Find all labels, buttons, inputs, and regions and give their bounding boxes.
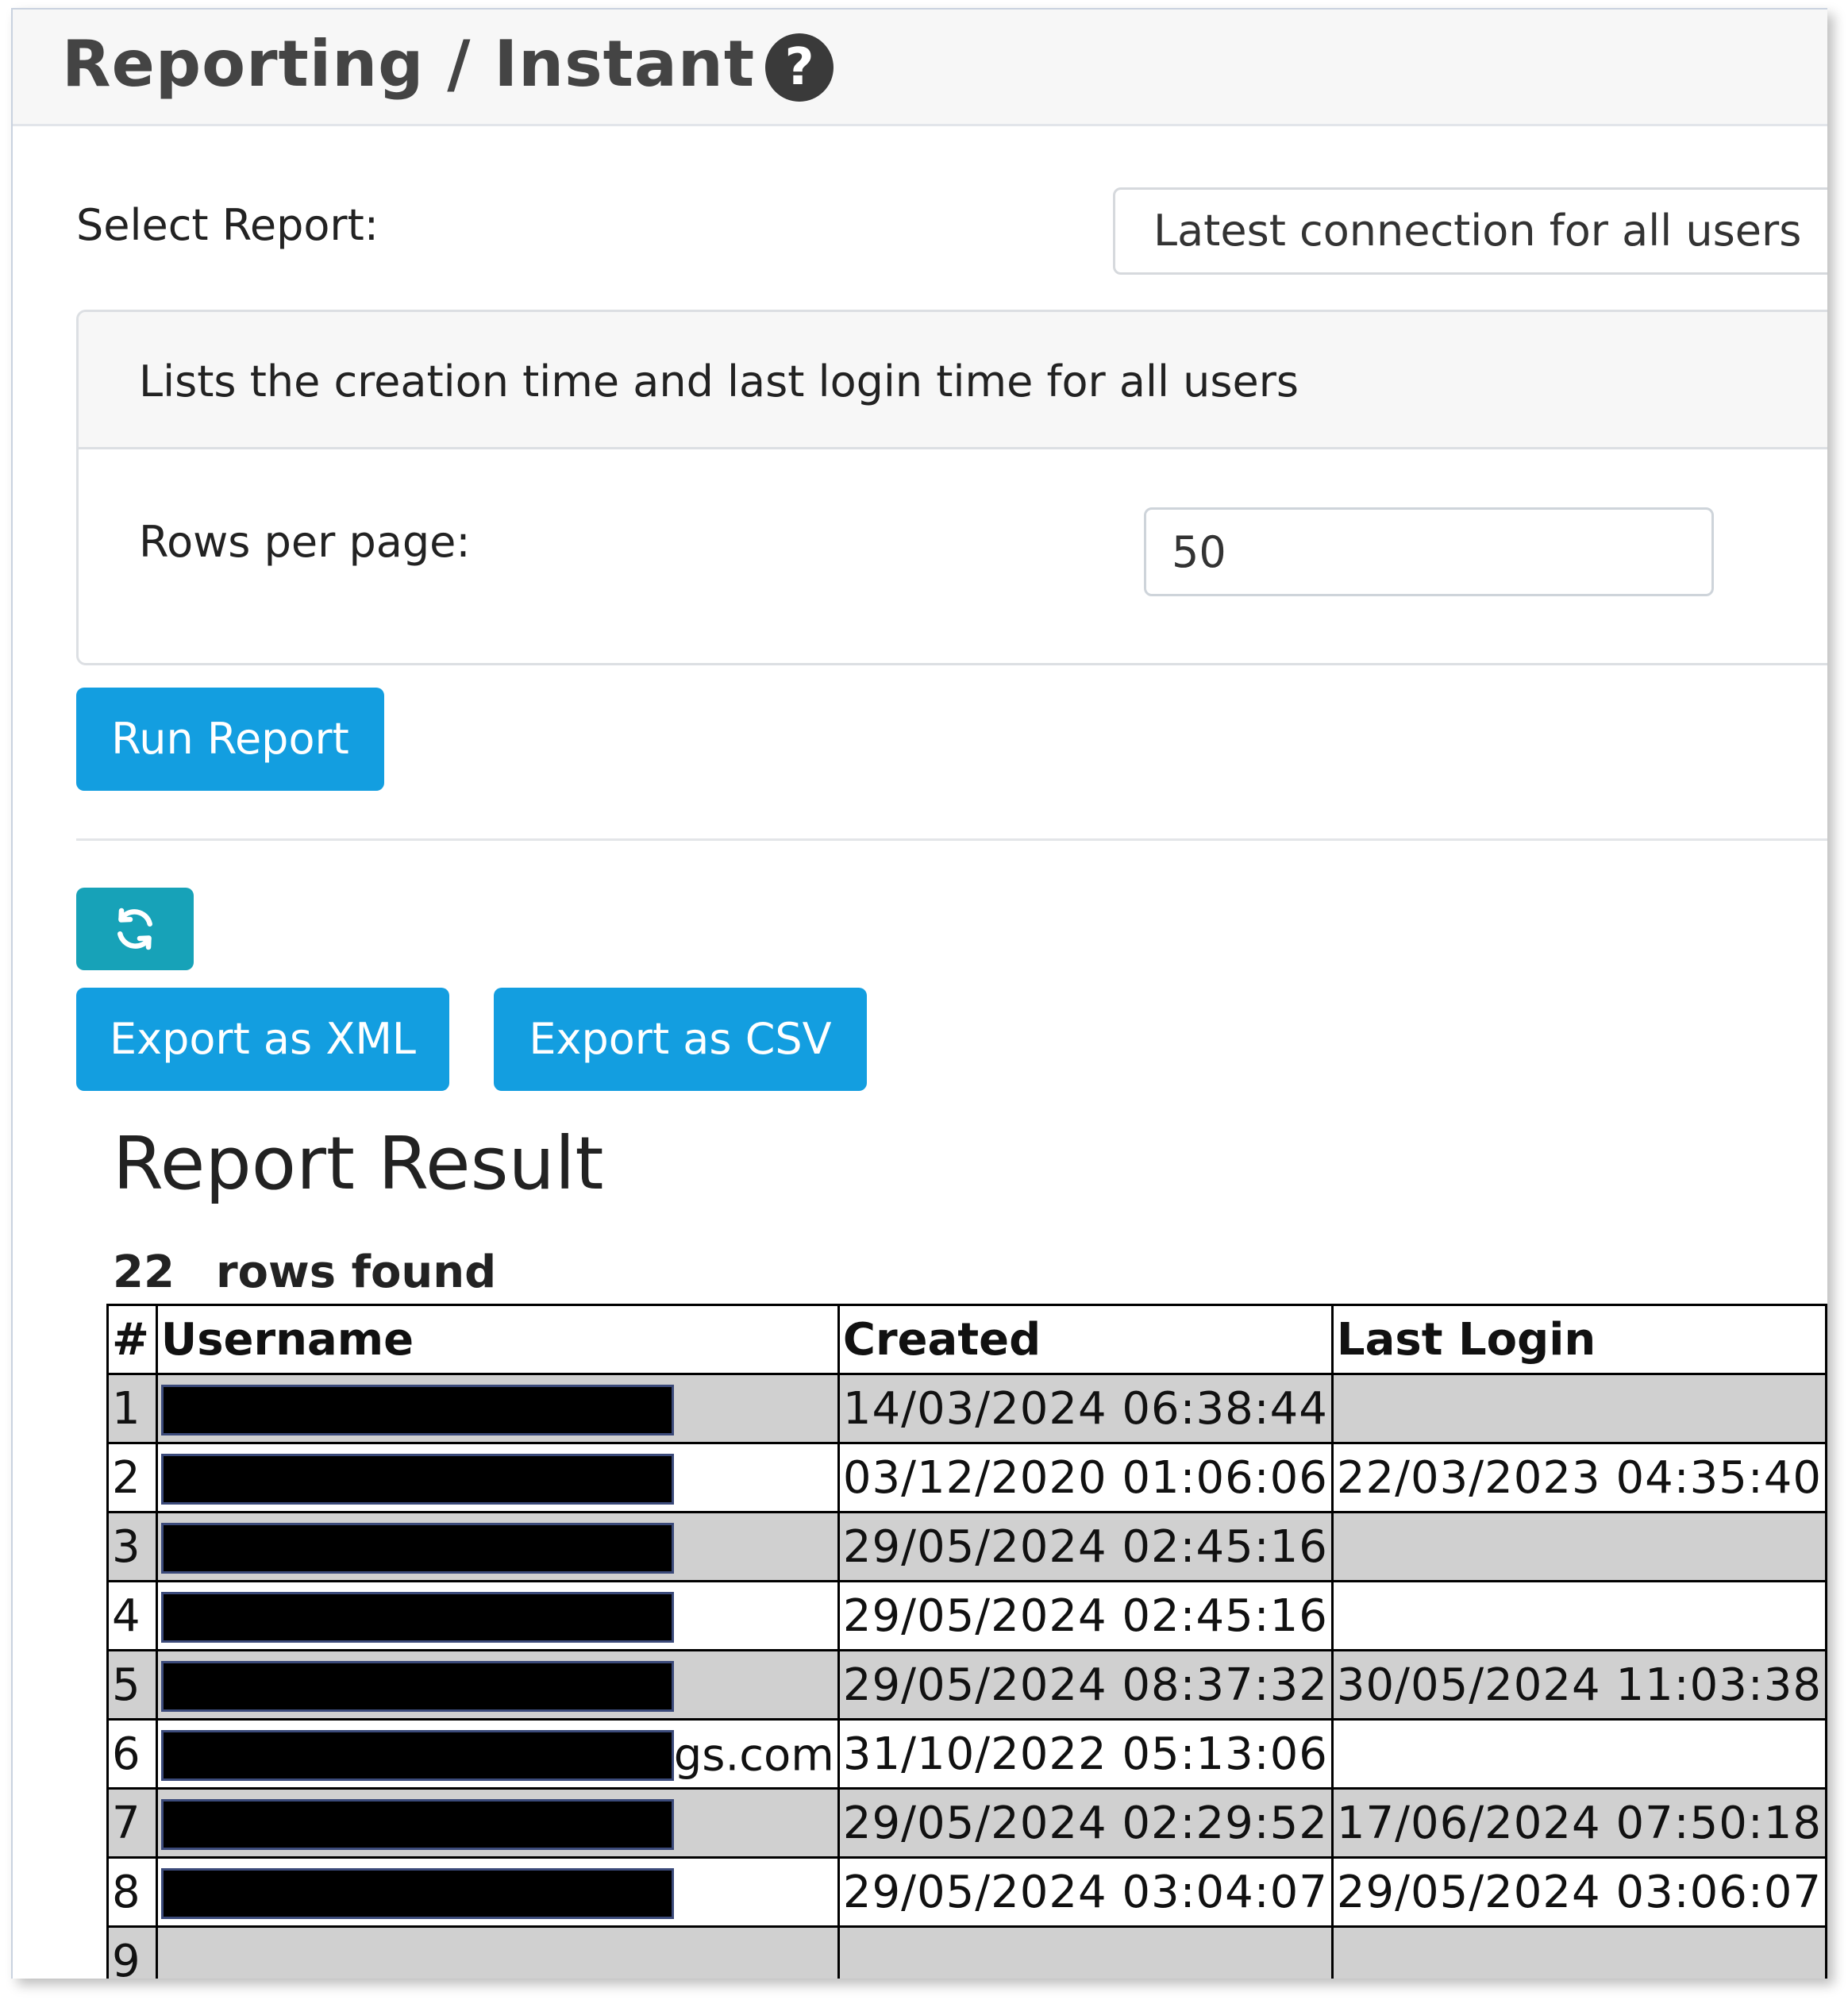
table-row: 3 29/05/2024 02:45:16 bbox=[106, 1511, 1827, 1582]
username-visible-text: gs.com bbox=[673, 1729, 834, 1782]
username-cell: gs.com bbox=[155, 1718, 840, 1790]
username-cell bbox=[155, 1373, 840, 1444]
row-number: 4 bbox=[106, 1580, 158, 1651]
page-header: Reporting / Instant ? bbox=[13, 10, 1827, 126]
section-divider bbox=[76, 838, 1827, 841]
rows-found-summary: 22 rows found bbox=[113, 1247, 496, 1298]
row-number: 3 bbox=[106, 1511, 158, 1582]
report-select[interactable]: Latest connection for all users bbox=[1113, 187, 1827, 275]
export-csv-button[interactable]: Export as CSV bbox=[494, 988, 867, 1091]
last-login-cell: 29/05/2024 03:06:07 bbox=[1330, 1856, 1827, 1928]
redaction-bar bbox=[160, 1384, 674, 1435]
redaction-bar bbox=[160, 1522, 674, 1574]
column-header-number: # bbox=[106, 1304, 158, 1375]
username-cell bbox=[155, 1787, 840, 1859]
table-body: 1 14/03/2024 06:38:44 2 03/12/2020 01:06:06… bbox=[106, 1373, 1827, 1979]
row-number: 6 bbox=[106, 1718, 158, 1790]
row-number: 7 bbox=[106, 1787, 158, 1859]
last-login-cell bbox=[1330, 1718, 1827, 1790]
username-cell bbox=[155, 1925, 840, 1979]
table-row: 8 29/05/2024 03:04:07 29/05/2024 03:06:07 bbox=[106, 1856, 1827, 1928]
created-cell: 29/05/2024 02:45:16 bbox=[837, 1580, 1334, 1651]
refresh-button[interactable] bbox=[76, 888, 194, 970]
table-row: 6 gs.com 31/10/2022 05:13:06 bbox=[106, 1718, 1827, 1790]
created-cell: 29/05/2024 08:37:32 bbox=[837, 1649, 1334, 1721]
report-page: Reporting / Instant ? Select Report: Lat… bbox=[11, 8, 1827, 1979]
report-description: Lists the creation time and last login t… bbox=[139, 356, 1299, 407]
username-cell bbox=[155, 1580, 840, 1651]
row-number: 9 bbox=[106, 1925, 158, 1979]
row-number: 2 bbox=[106, 1442, 158, 1513]
created-cell: 14/03/2024 06:38:44 bbox=[837, 1373, 1334, 1444]
run-report-button[interactable]: Run Report bbox=[76, 688, 384, 791]
rows-found-label: rows found bbox=[215, 1247, 497, 1298]
last-login-cell: 30/05/2024 11:03:38 bbox=[1330, 1649, 1827, 1721]
last-login-cell bbox=[1330, 1373, 1827, 1444]
redaction-bar bbox=[160, 1660, 674, 1712]
table-row: 2 03/12/2020 01:06:06 22/03/2023 04:35:40 bbox=[106, 1442, 1827, 1513]
created-cell: 03/12/2020 01:06:06 bbox=[837, 1442, 1334, 1513]
redaction-bar bbox=[160, 1591, 674, 1643]
report-result-title: Report Result bbox=[113, 1121, 604, 1206]
redaction-bar bbox=[160, 1729, 674, 1781]
last-login-cell bbox=[1330, 1511, 1827, 1582]
page-title: Reporting / Instant bbox=[62, 27, 756, 101]
table-row: 5 29/05/2024 08:37:32 30/05/2024 11:03:38 bbox=[106, 1649, 1827, 1721]
last-login-cell: 22/03/2023 04:35:40 bbox=[1330, 1442, 1827, 1513]
created-cell: 29/05/2024 03:04:07 bbox=[837, 1856, 1334, 1928]
table-row: 1 14/03/2024 06:38:44 bbox=[106, 1373, 1827, 1444]
last-login-cell bbox=[1330, 1925, 1827, 1979]
redaction-bar bbox=[160, 1798, 674, 1850]
created-cell: 29/05/2024 02:29:52 bbox=[837, 1787, 1334, 1859]
column-header-created: Created bbox=[837, 1304, 1334, 1375]
table-row: 9 bbox=[106, 1925, 1827, 1979]
help-icon[interactable]: ? bbox=[765, 33, 834, 102]
rows-per-page-input[interactable] bbox=[1144, 507, 1714, 596]
redaction-bar bbox=[160, 1867, 674, 1919]
row-count: 22 bbox=[113, 1247, 175, 1298]
table-row: 7 29/05/2024 02:29:52 17/06/2024 07:50:18 bbox=[106, 1787, 1827, 1859]
username-cell bbox=[155, 1511, 840, 1582]
redaction-bar bbox=[160, 1453, 674, 1505]
export-xml-button[interactable]: Export as XML bbox=[76, 988, 449, 1091]
row-number: 5 bbox=[106, 1649, 158, 1721]
created-cell bbox=[837, 1925, 1334, 1979]
column-header-username: Username bbox=[155, 1304, 840, 1375]
username-cell bbox=[155, 1649, 840, 1721]
username-cell bbox=[155, 1856, 840, 1928]
result-table: # Username Created Last Login 1 14/03/202… bbox=[106, 1304, 1827, 1979]
row-number: 1 bbox=[106, 1373, 158, 1444]
refresh-icon bbox=[117, 908, 152, 950]
table-header-row: # Username Created Last Login bbox=[106, 1304, 1827, 1375]
row-number: 8 bbox=[106, 1856, 158, 1928]
rows-per-page-label: Rows per page: bbox=[139, 517, 471, 567]
column-header-last-login: Last Login bbox=[1330, 1304, 1827, 1375]
select-report-label: Select Report: bbox=[76, 200, 379, 250]
created-cell: 29/05/2024 02:45:16 bbox=[837, 1511, 1334, 1582]
description-header: Lists the creation time and last login t… bbox=[79, 312, 1827, 449]
report-description-panel: Lists the creation time and last login t… bbox=[76, 310, 1827, 665]
created-cell: 31/10/2022 05:13:06 bbox=[837, 1718, 1334, 1790]
last-login-cell bbox=[1330, 1580, 1827, 1651]
username-cell bbox=[155, 1442, 840, 1513]
last-login-cell: 17/06/2024 07:50:18 bbox=[1330, 1787, 1827, 1859]
table-row: 4 29/05/2024 02:45:16 bbox=[106, 1580, 1827, 1651]
